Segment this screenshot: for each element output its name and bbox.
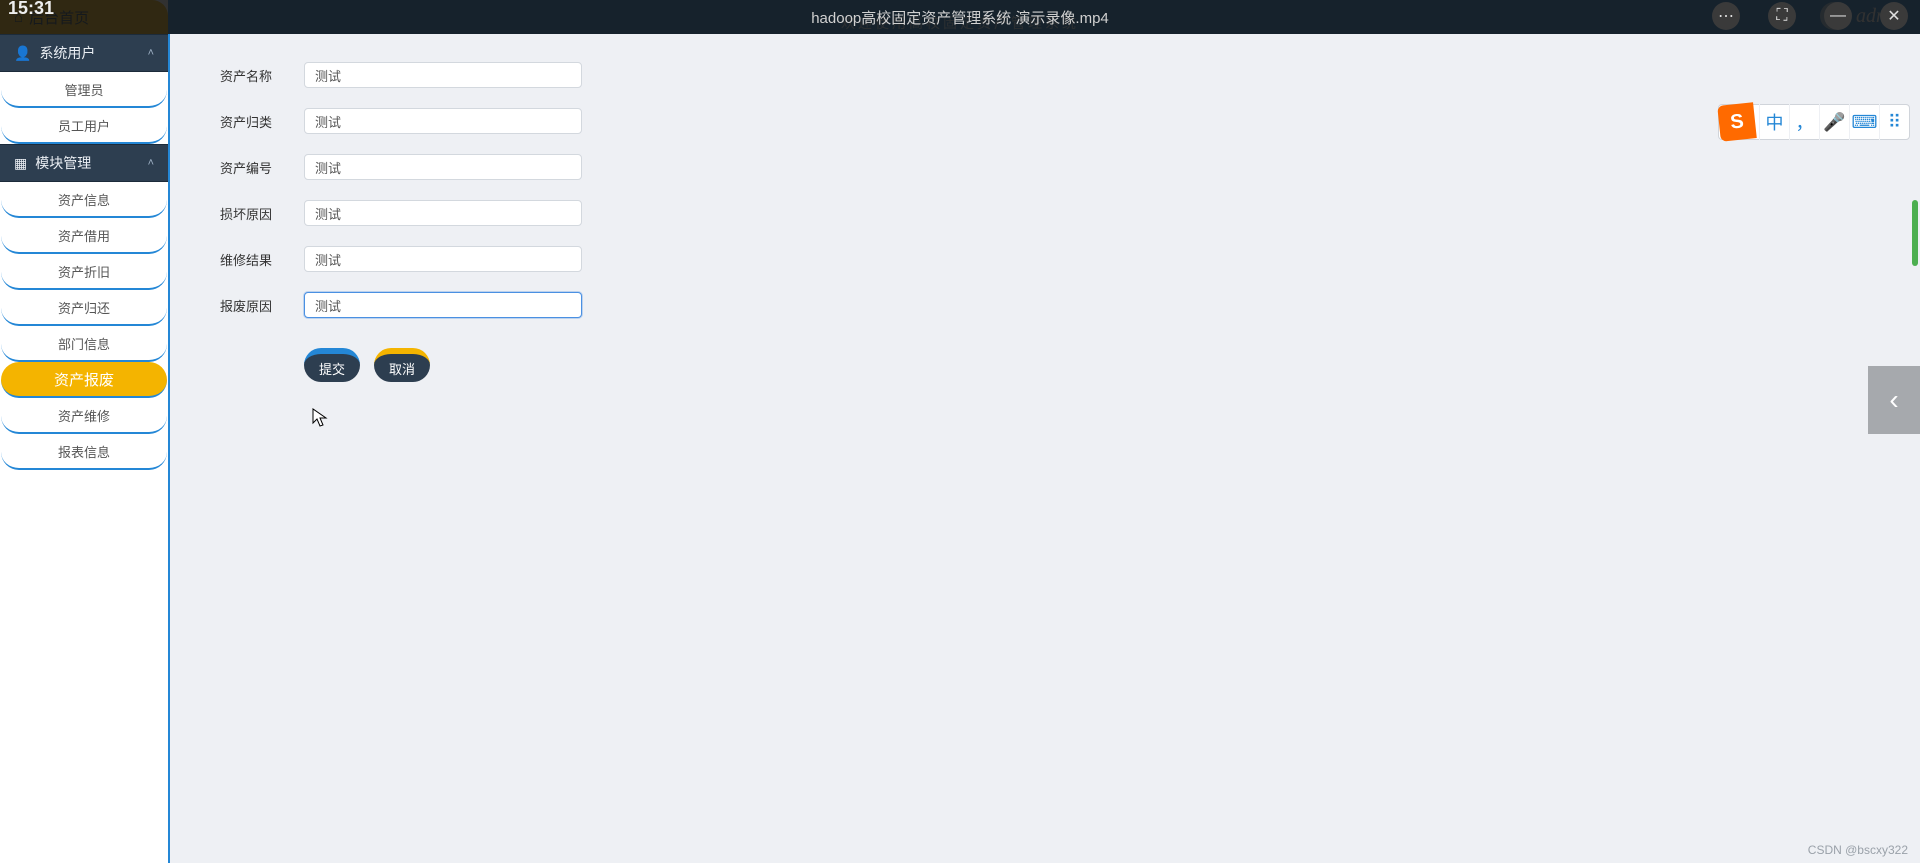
ime-punct[interactable]: ，: [1789, 104, 1819, 140]
input-repair-result[interactable]: [304, 246, 582, 272]
ime-mic-icon[interactable]: 🎤: [1819, 104, 1849, 140]
ime-keyboard-icon[interactable]: ⌨: [1849, 104, 1879, 140]
submit-button[interactable]: 提交: [304, 348, 360, 382]
sidebar-group-system-user[interactable]: 👤 系统用户 ˄: [0, 34, 168, 72]
right-scroll-indicator[interactable]: [1912, 200, 1918, 266]
sidebar-item-staff[interactable]: 员工用户: [1, 108, 167, 144]
close-icon[interactable]: ✕: [1880, 2, 1908, 30]
sidebar-item-report-info[interactable]: 报表信息: [1, 434, 167, 470]
sidebar-item-label: 报表信息: [58, 442, 110, 461]
watermark: CSDN @bscxy322: [1808, 843, 1908, 857]
chevron-up-icon: ˄: [148, 47, 154, 59]
ime-grid-icon[interactable]: ⠿: [1879, 104, 1909, 140]
form-row-asset-category: 资产归类: [220, 108, 1872, 134]
sidebar-item-label: 资产归还: [58, 298, 110, 317]
input-damage-reason[interactable]: [304, 200, 582, 226]
sidebar-item-asset-borrow[interactable]: 资产借用: [1, 218, 167, 254]
sidebar-item-label: 管理员: [64, 80, 103, 99]
sidebar-item-label: 员工用户: [58, 116, 110, 135]
user-icon: 👤: [14, 45, 31, 62]
sidebar-item-asset-repair[interactable]: 资产维修: [1, 398, 167, 434]
sidebar-item-label: 部门信息: [58, 334, 110, 353]
label-asset-category: 资产归类: [220, 112, 290, 131]
clock: 15:31: [8, 0, 54, 19]
sidebar-item-asset-depr[interactable]: 资产折旧: [1, 254, 167, 290]
input-asset-category[interactable]: [304, 108, 582, 134]
more-icon[interactable]: ⋯: [1712, 2, 1740, 30]
form-row-scrap-reason: 报废原因: [220, 292, 1872, 318]
main-content: 资产名称 资产归类 资产编号 损坏原因 维修结果 报废原因 提交 取消: [172, 34, 1920, 863]
sidebar-group1-label: 系统用户: [39, 43, 95, 63]
input-scrap-reason[interactable]: [304, 292, 582, 318]
form-row-damage-reason: 损坏原因: [220, 200, 1872, 226]
input-asset-name[interactable]: [304, 62, 582, 88]
form-row-asset-code: 资产编号: [220, 154, 1872, 180]
sogou-logo-icon[interactable]: S: [1717, 102, 1757, 142]
sidebar-item-label: 资产信息: [58, 190, 110, 209]
video-title: hadoop高校固定资产管理系统 演示录像.mp4: [811, 7, 1109, 28]
sidebar-group2-label: 模块管理: [35, 153, 91, 173]
label-damage-reason: 损坏原因: [220, 204, 290, 223]
sidebar-item-label: 资产折旧: [58, 262, 110, 281]
label-repair-result: 维修结果: [220, 250, 290, 269]
sidebar-item-label: 资产借用: [58, 226, 110, 245]
form-row-asset-name: 资产名称: [220, 62, 1872, 88]
ime-toolbar[interactable]: S 中 ， 🎤 ⌨ ⠿: [1718, 104, 1910, 140]
grid-icon: ▦: [14, 155, 27, 172]
video-topbar: 15:31 hadoop高校固定资产管理系统 演示录像.mp4 ⋯ ⛶ — ✕: [0, 0, 1920, 34]
collapse-handle[interactable]: ‹: [1868, 366, 1920, 434]
fullscreen-icon[interactable]: ⛶: [1768, 2, 1796, 30]
sidebar-item-asset-info[interactable]: 资产信息: [1, 182, 167, 218]
cancel-button[interactable]: 取消: [374, 348, 430, 382]
sidebar-item-dept-info[interactable]: 部门信息: [1, 326, 167, 362]
ime-lang[interactable]: 中: [1759, 104, 1789, 140]
sidebar-item-admin[interactable]: 管理员: [1, 72, 167, 108]
sidebar-item-asset-return[interactable]: 资产归还: [1, 290, 167, 326]
sidebar-group-module[interactable]: ▦ 模块管理 ˄: [0, 144, 168, 182]
minimize-icon[interactable]: —: [1824, 2, 1852, 30]
input-asset-code[interactable]: [304, 154, 582, 180]
button-row: 提交 取消: [220, 348, 1872, 382]
form-row-repair-result: 维修结果: [220, 246, 1872, 272]
sidebar: ⌂ 后台首页 👤 系统用户 ˄ 管理员 员工用户 ▦ 模块管理 ˄ 资产信息 资…: [0, 0, 170, 863]
sidebar-item-asset-scrap[interactable]: 资产报废: [1, 362, 167, 398]
label-asset-code: 资产编号: [220, 158, 290, 177]
label-scrap-reason: 报废原因: [220, 296, 290, 315]
chevron-up-icon: ˄: [148, 157, 154, 169]
sidebar-item-label: 资产维修: [58, 406, 110, 425]
label-asset-name: 资产名称: [220, 66, 290, 85]
sidebar-item-label: 资产报废: [54, 369, 114, 390]
